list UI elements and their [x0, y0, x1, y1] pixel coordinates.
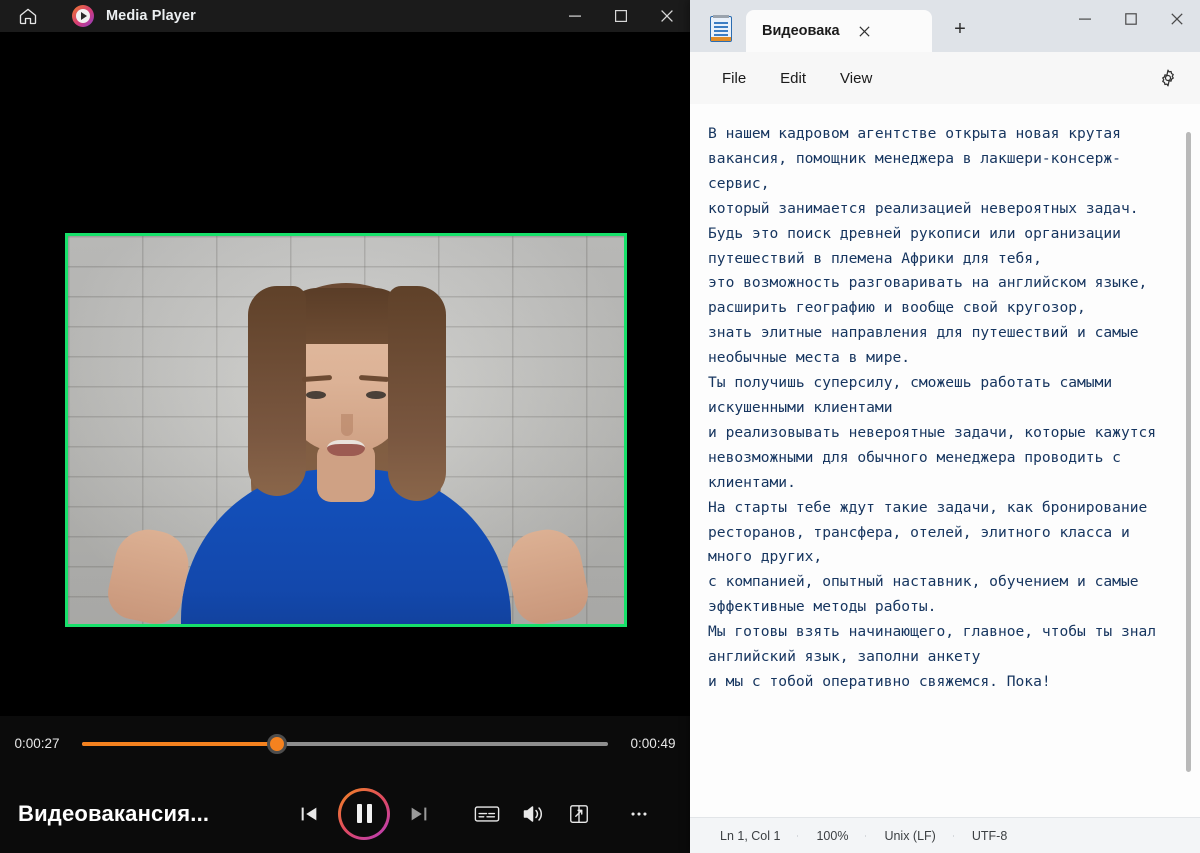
media-player-window-controls	[552, 0, 690, 32]
notepad-statusbar: Ln 1, Col 1 100% Unix (LF) UTF-8	[690, 817, 1200, 853]
media-player-controls: 0:00:27 0:00:49 Видеовакансия...	[0, 716, 690, 853]
video-frame[interactable]	[65, 233, 627, 627]
media-player-logo-icon	[72, 5, 94, 27]
seek-row: 0:00:27 0:00:49	[0, 716, 690, 771]
menu-edit[interactable]: Edit	[766, 63, 820, 94]
transport-controls: Видеовакансия...	[0, 774, 690, 853]
media-player-window: Media Player 0:00:27 0:00:49 Видеоваканс…	[0, 0, 690, 853]
line-ending[interactable]: Unix (LF)	[866, 829, 955, 843]
media-player-app-title: Media Player	[106, 8, 196, 24]
notepad-tab-label: Видеовака	[762, 23, 840, 39]
menu-view[interactable]: View	[826, 63, 886, 94]
encoding[interactable]: UTF-8	[954, 829, 1025, 843]
close-button[interactable]	[644, 0, 690, 32]
notepad-editor[interactable]: В нашем кадровом агентстве открыта новая…	[690, 104, 1200, 818]
video-subject	[68, 236, 624, 624]
vertical-scrollbar[interactable]	[1186, 132, 1191, 772]
new-tab-button[interactable]: +	[946, 15, 974, 43]
zoom-level[interactable]: 100%	[798, 829, 867, 843]
close-tab-icon[interactable]	[854, 20, 876, 42]
elapsed-time: 0:00:27	[14, 736, 60, 751]
closed-captions-icon[interactable]	[464, 791, 510, 837]
seek-thumb[interactable]	[266, 733, 287, 754]
notepad-icon	[710, 15, 732, 42]
menu-file[interactable]: File	[708, 63, 760, 94]
seek-progress-fill	[82, 741, 277, 746]
now-playing-title: Видеовакансия...	[18, 800, 210, 826]
seek-bar[interactable]	[82, 733, 608, 755]
more-options-button[interactable]	[616, 791, 662, 837]
minimize-button[interactable]	[1062, 0, 1108, 38]
notepad-tab[interactable]: Видеовака	[746, 10, 932, 52]
play-pause-button[interactable]	[338, 787, 390, 840]
maximize-button[interactable]	[598, 0, 644, 32]
notepad-menubar: File Edit View	[690, 52, 1200, 104]
notepad-window: Видеовака + File Edit View В нашем кадро…	[690, 0, 1200, 853]
home-icon[interactable]	[18, 6, 38, 26]
pause-icon	[341, 790, 387, 837]
minimize-button[interactable]	[552, 0, 598, 32]
gear-icon[interactable]	[1154, 64, 1182, 92]
next-track-icon[interactable]	[396, 791, 442, 837]
volume-icon[interactable]	[510, 791, 556, 837]
media-player-titlebar: Media Player	[0, 0, 690, 32]
previous-track-icon[interactable]	[286, 791, 332, 837]
document-text[interactable]: В нашем кадровом агентстве открыта новая…	[708, 122, 1172, 695]
close-button[interactable]	[1154, 0, 1200, 38]
notepad-window-controls	[1062, 0, 1200, 38]
mini-player-icon[interactable]	[556, 791, 602, 837]
notepad-tabstrip: Видеовака +	[690, 0, 1200, 52]
screen: Media Player 0:00:27 0:00:49 Видеоваканс…	[0, 0, 1200, 853]
maximize-button[interactable]	[1108, 0, 1154, 38]
video-stage[interactable]	[0, 32, 690, 716]
duration-time: 0:00:49	[630, 736, 676, 751]
cursor-position[interactable]: Ln 1, Col 1	[690, 829, 799, 843]
